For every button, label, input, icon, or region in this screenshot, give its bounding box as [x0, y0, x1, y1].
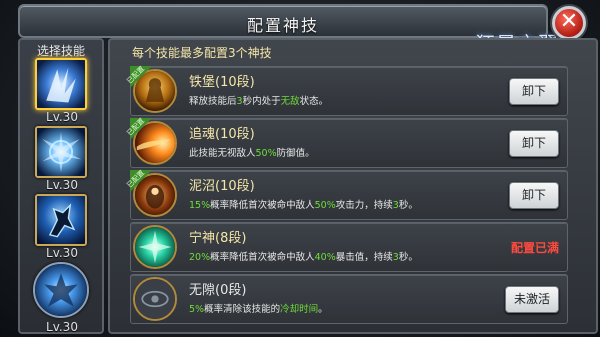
skill-select-title: 选择技能: [36, 44, 85, 58]
skill-row: 已配置 铁堡(10段) 释放技能后3秒内处于无敌状态。 卸下: [126, 65, 568, 116]
seamless-eye-icon: [133, 277, 177, 321]
skill-name: 无隙(0段): [189, 283, 247, 298]
warrior-leap-icon: [35, 194, 87, 246]
skill-name: 泥沼(10段): [189, 179, 255, 194]
skill-name: 铁堡(10段): [189, 75, 255, 90]
skill-description: 此技能无视敌人50%防御值。: [189, 148, 315, 159]
wing-slash-icon: [35, 58, 87, 110]
unequip-button[interactable]: 卸下: [509, 130, 559, 157]
skill-row: 宁神(8段) 20%概率降低首次被命中敌人40%暴击值，持续3秒。 配置已满: [130, 222, 568, 272]
skill-slot-3[interactable]: Lv.30: [33, 194, 91, 260]
config-hint: 每个技能最多配置3个神技: [132, 46, 272, 60]
title-bar: 配置神技: [18, 4, 548, 38]
skill-row: 已配置 泥沼(10段) 15%概率降低首次被命中敌人50%攻击力，持续3秒。 卸…: [126, 169, 568, 220]
window-title: 配置神技: [246, 16, 319, 35]
skill-config-panel: 每个技能最多配置3个神技 已配置 铁堡(10段) 释放技能后3秒内处于无敌状态。…: [108, 38, 598, 334]
game-screen: 配置神技 狂暴之翼 ✕ 选择技能 Lv.30: [0, 0, 600, 337]
skill-slot-2[interactable]: Lv.30: [33, 126, 91, 192]
skill-level: Lv.30: [46, 110, 78, 124]
skill-level: Lv.30: [46, 178, 78, 192]
skill-name: 宁神(8段): [189, 231, 247, 246]
lightning-burst-icon: [35, 126, 87, 178]
inactive-button[interactable]: 未激活: [505, 286, 559, 313]
skill-slot-4[interactable]: Lv.30: [33, 262, 91, 334]
skill-select-panel: 选择技能 Lv.30 Lv.30 Lv.30 Lv.30: [18, 38, 104, 334]
skill-row: 无隙(0段) 5%概率清除该技能的冷却时间。 未激活: [130, 274, 568, 324]
slots-full-label: 配置已满: [510, 241, 559, 255]
close-button[interactable]: ✕: [552, 6, 586, 40]
unequip-button[interactable]: 卸下: [509, 182, 559, 209]
skill-description: 15%概率降低首次被命中敌人50%攻击力，持续3秒。: [189, 200, 418, 211]
unequip-button[interactable]: 卸下: [509, 78, 559, 105]
calm-spirit-icon: [133, 225, 177, 269]
skill-name: 追魂(10段): [189, 127, 255, 142]
skill-level: Lv.30: [46, 320, 78, 334]
skill-level: Lv.30: [46, 246, 78, 260]
ultimate-aura-icon: [33, 262, 89, 318]
skill-row: 已配置 追魂(10段) 此技能无视敌人50%防御值。 卸下: [126, 117, 568, 168]
skill-description: 5%概率清除该技能的冷却时间。: [189, 304, 328, 315]
skill-slot-1[interactable]: Lv.30: [33, 58, 91, 124]
skill-description: 释放技能后3秒内处于无敌状态。: [189, 96, 329, 107]
skill-description: 20%概率降低首次被命中敌人40%暴击值，持续3秒。: [189, 252, 418, 263]
